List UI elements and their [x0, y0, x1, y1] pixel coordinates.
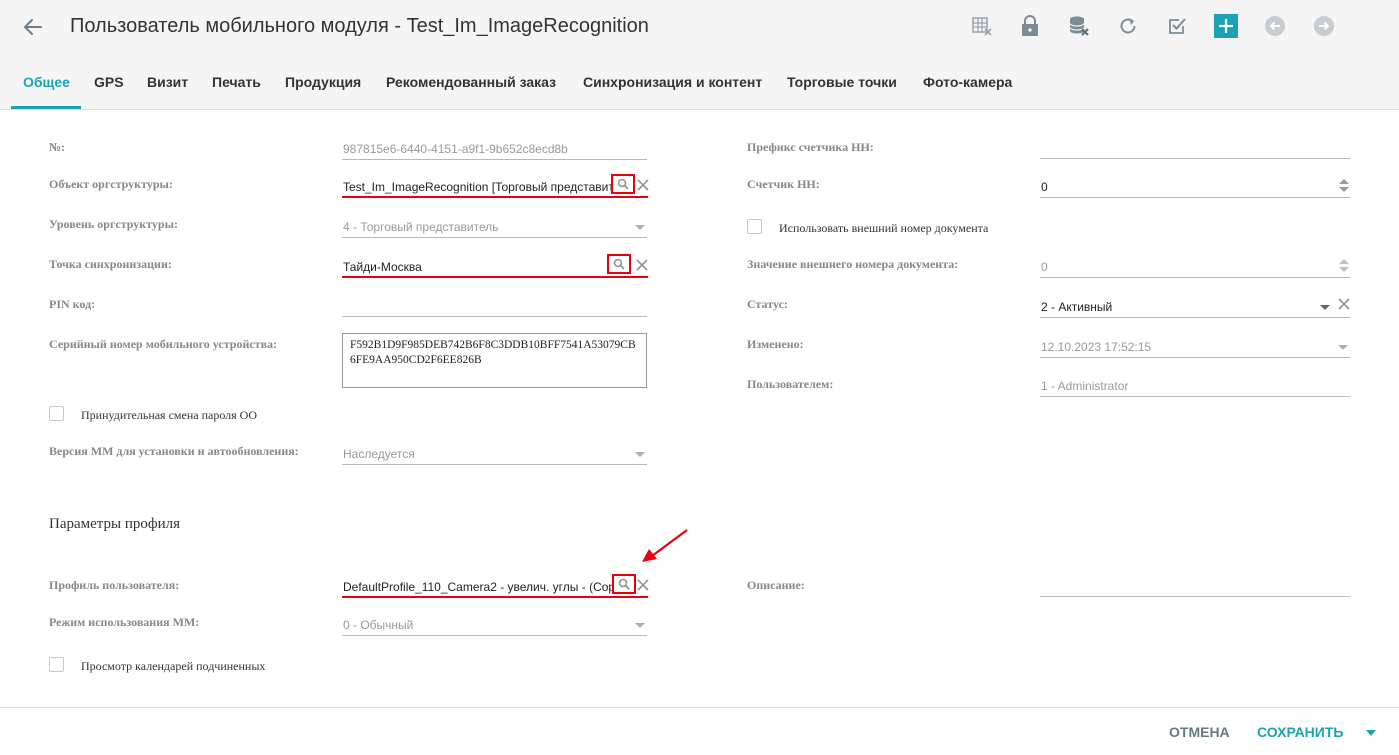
user-profile-label: Профиль пользователя:: [49, 578, 180, 592]
user-profile-clear-icon[interactable]: [636, 578, 650, 592]
tab-general[interactable]: Общее: [23, 74, 70, 90]
mm-mode-value: 0 - Обычный: [343, 618, 414, 632]
mm-version-select[interactable]: Наследуется: [342, 441, 647, 465]
number-field: 987815e6-6440-4151-a9f1-9b652c8ecd8b: [342, 136, 647, 160]
counter-spinner[interactable]: [1339, 179, 1349, 193]
active-tab-indicator: [11, 106, 81, 109]
number-label: №:: [49, 140, 66, 154]
chevron-down-icon[interactable]: [635, 452, 645, 457]
changed-value: 12.10.2023 17:52:15: [1041, 340, 1152, 354]
user-profile-field[interactable]: DefaultProfile_110_Camera2 - увелич. угл…: [342, 574, 648, 598]
prefix-label: Префикс счетчика НН:: [747, 140, 874, 154]
counter-label: Счетчик НН:: [747, 177, 820, 191]
tab-sync-content[interactable]: Синхронизация и контент: [583, 74, 762, 90]
lock-icon[interactable]: [1018, 14, 1042, 38]
annotation-arrow-icon: [642, 529, 688, 562]
use-external-label: Использовать внешний номер документа: [779, 221, 989, 235]
mm-mode-select[interactable]: 0 - Обычный: [342, 612, 647, 636]
org-object-clear-icon[interactable]: [636, 178, 650, 192]
org-object-label: Объект оргструктуры:: [49, 177, 173, 191]
status-label: Статус:: [747, 297, 788, 311]
description-label: Описание:: [747, 578, 805, 592]
prefix-input[interactable]: [1040, 135, 1350, 159]
prev-icon[interactable]: [1263, 14, 1287, 38]
sync-point-clear-icon[interactable]: [635, 258, 649, 272]
serial-textarea[interactable]: F592B1D9F985DEB742B6F8C3DDB10BFF7541A530…: [342, 333, 647, 388]
org-object-field[interactable]: Test_Im_ImageRecognition [Торговый предс…: [342, 174, 648, 198]
mm-version-label: Версия ММ для установки и автообновления…: [49, 444, 299, 458]
footer: ОТМЕНА СОХРАНИТЬ: [0, 707, 1399, 755]
status-clear-icon[interactable]: [1337, 297, 1351, 311]
number-value: 987815e6-6440-4151-a9f1-9b652c8ecd8b: [343, 142, 568, 156]
serial-label: Серийный номер мобильного устройства:: [49, 337, 278, 351]
org-object-value: Test_Im_ImageRecognition [Торговый предс…: [343, 180, 613, 194]
sync-point-field[interactable]: Тайди-Москва: [342, 254, 648, 278]
tab-print[interactable]: Печать: [212, 74, 261, 90]
chevron-down-icon[interactable]: [1320, 305, 1330, 310]
by-user-value: 1 - Administrator: [1041, 379, 1129, 393]
pin-label: PIN код:: [49, 297, 96, 311]
checkbox-icon[interactable]: [1165, 14, 1189, 38]
sync-point-label: Точка синхронизации:: [49, 257, 172, 271]
table-clear-icon[interactable]: [970, 14, 994, 38]
calendars-label: Просмотр календарей подчиненных: [81, 659, 266, 673]
counter-value: 0: [1041, 180, 1048, 194]
org-level-select[interactable]: 4 - Торговый представитель: [342, 214, 647, 238]
external-value-input[interactable]: 0: [1040, 254, 1350, 278]
tab-bar: Общее GPS Визит Печать Продукция Рекомен…: [0, 52, 1399, 110]
header: Пользователь мобильного модуля - Test_Im…: [0, 0, 1399, 52]
mm-mode-label: Режим использования ММ:: [49, 615, 200, 629]
org-level-label: Уровень оргструктуры:: [49, 217, 178, 231]
use-external-checkbox[interactable]: [747, 219, 762, 234]
description-input[interactable]: [1040, 573, 1350, 597]
changed-label: Изменено:: [747, 337, 804, 351]
profile-section-title: Параметры профиля: [49, 516, 181, 532]
chevron-down-icon: [1338, 345, 1348, 350]
database-clear-icon[interactable]: [1067, 14, 1091, 38]
changed-field: 12.10.2023 17:52:15: [1040, 334, 1350, 358]
tab-photo-camera[interactable]: Фото-камера: [923, 74, 1012, 90]
refresh-icon[interactable]: [1116, 14, 1140, 38]
next-icon[interactable]: [1312, 14, 1336, 38]
sync-point-value: Тайди-Москва: [343, 260, 422, 274]
save-options-chevron-icon[interactable]: [1366, 730, 1376, 736]
sync-point-search-icon[interactable]: [607, 254, 631, 274]
by-user-field: 1 - Administrator: [1040, 373, 1350, 397]
force-password-checkbox[interactable]: [49, 406, 64, 421]
calendars-checkbox[interactable]: [49, 657, 64, 672]
tab-outlets[interactable]: Торговые точки: [787, 74, 897, 90]
user-profile-value: DefaultProfile_110_Camera2 - увелич. угл…: [343, 580, 617, 594]
pin-input[interactable]: [342, 293, 647, 317]
tab-visit[interactable]: Визит: [147, 74, 188, 90]
external-value-value: 0: [1041, 260, 1048, 274]
by-user-label: Пользователем:: [747, 377, 834, 391]
add-icon[interactable]: [1214, 14, 1238, 38]
user-profile-search-icon[interactable]: [612, 574, 636, 594]
tab-products[interactable]: Продукция: [285, 74, 361, 90]
page-title: Пользователь мобильного модуля - Test_Im…: [70, 15, 649, 37]
chevron-down-icon[interactable]: [635, 623, 645, 628]
org-object-search-icon[interactable]: [611, 174, 635, 194]
status-select[interactable]: 2 - Активный: [1040, 294, 1350, 318]
external-value-spinner[interactable]: [1339, 259, 1349, 273]
tab-recommended-order[interactable]: Рекомендованный заказ: [386, 74, 556, 90]
force-password-label: Принудительная смена пароля ОО: [81, 408, 258, 422]
mm-version-value: Наследуется: [343, 447, 415, 461]
tab-gps[interactable]: GPS: [94, 74, 124, 90]
cancel-button[interactable]: ОТМЕНА: [1169, 724, 1230, 740]
org-level-value: 4 - Торговый представитель: [343, 220, 499, 234]
status-value: 2 - Активный: [1041, 300, 1113, 314]
counter-input[interactable]: 0: [1040, 174, 1350, 198]
back-arrow-icon[interactable]: [20, 14, 46, 40]
save-button[interactable]: СОХРАНИТЬ: [1257, 724, 1343, 740]
chevron-down-icon[interactable]: [635, 225, 645, 230]
external-value-label: Значение внешнего номера документа:: [747, 257, 959, 271]
